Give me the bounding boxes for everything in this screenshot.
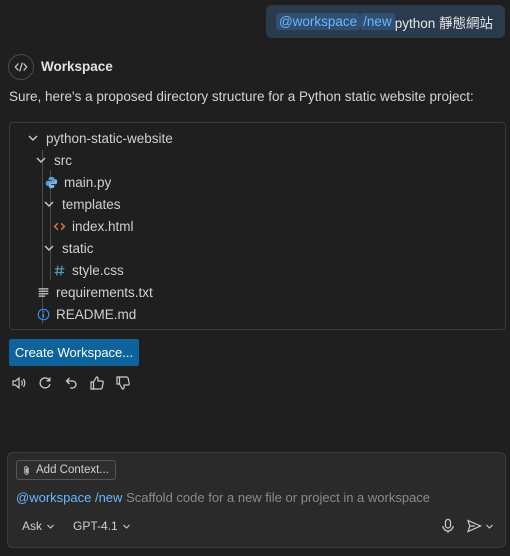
chevron-down-icon xyxy=(42,197,56,211)
python-file-icon xyxy=(44,175,58,189)
tree-item-templates-folder[interactable]: templates xyxy=(42,193,121,215)
add-context-button[interactable]: Add Context... xyxy=(16,460,116,480)
thumbs-up-icon[interactable] xyxy=(88,374,106,392)
input-agent-chip: @workspace xyxy=(16,490,92,505)
agent-name: Workspace xyxy=(41,59,113,74)
tree-item-root-folder[interactable]: python-static-website xyxy=(26,127,173,149)
chevron-down-icon xyxy=(26,131,40,145)
chevron-down-icon xyxy=(34,153,48,167)
mode-label: Ask xyxy=(22,519,43,533)
text-file-icon xyxy=(36,285,50,299)
chevron-down-icon xyxy=(485,522,494,531)
tree-item-index-html[interactable]: index.html xyxy=(52,215,134,237)
agent-response-text: Sure, here's a proposed directory struct… xyxy=(9,89,474,104)
retry-icon[interactable] xyxy=(36,374,54,392)
tree-item-label: style.css xyxy=(72,262,124,278)
tree-item-label: requirements.txt xyxy=(56,284,153,300)
input-toolbar-left: Ask GPT-4.1 xyxy=(22,519,131,533)
tree-item-label: static xyxy=(62,240,94,256)
user-agent-chip: @workspace xyxy=(275,13,361,30)
add-context-label: Add Context... xyxy=(36,464,109,476)
thumbs-down-icon[interactable] xyxy=(114,374,132,392)
tree-item-label: index.html xyxy=(72,218,134,234)
chevron-down-icon xyxy=(46,522,55,531)
tree-item-requirements[interactable]: requirements.txt xyxy=(36,281,153,303)
model-dropdown[interactable]: GPT-4.1 xyxy=(73,519,131,533)
mode-dropdown[interactable]: Ask xyxy=(22,519,55,533)
file-tree: python-static-website src main.py templa… xyxy=(9,122,506,330)
send-button[interactable] xyxy=(466,518,494,534)
user-message-bubble: @workspace /new python 靜態網站 xyxy=(266,5,505,38)
tree-item-label: src xyxy=(54,152,72,168)
tree-item-label: main.py xyxy=(64,174,112,190)
chevron-down-icon xyxy=(122,522,131,531)
tree-item-label: python-static-website xyxy=(46,130,173,146)
tree-item-src-folder[interactable]: src xyxy=(34,149,72,171)
input-command-chip: /new xyxy=(94,490,123,505)
tree-item-static-folder[interactable]: static xyxy=(42,237,94,259)
undo-icon[interactable] xyxy=(62,374,80,392)
html-file-icon xyxy=(52,219,66,233)
chevron-down-icon xyxy=(42,241,56,255)
tree-item-main-py[interactable]: main.py xyxy=(44,171,111,193)
create-workspace-button[interactable]: Create Workspace... xyxy=(9,339,139,366)
tree-item-style-css[interactable]: style.css xyxy=(52,259,124,281)
code-icon xyxy=(14,62,28,72)
info-icon xyxy=(36,307,50,321)
model-label: GPT-4.1 xyxy=(73,519,118,533)
chat-input-field[interactable]: @workspace /new Scaffold code for a new … xyxy=(16,490,430,505)
speaker-icon[interactable] xyxy=(10,374,28,392)
user-message-text: python 靜態網站 xyxy=(394,15,493,31)
input-toolbar-right xyxy=(440,518,494,534)
send-icon xyxy=(466,518,482,534)
mic-icon[interactable] xyxy=(440,518,456,534)
tree-item-readme[interactable]: README.md xyxy=(36,303,136,325)
response-actions xyxy=(10,374,132,392)
css-file-icon xyxy=(52,263,66,277)
agent-avatar xyxy=(8,54,34,80)
user-command-chip: /new xyxy=(360,13,395,30)
input-placeholder: Scaffold code for a new file or project … xyxy=(126,490,431,505)
tree-item-label: README.md xyxy=(56,306,137,322)
paperclip-icon xyxy=(21,465,32,476)
tree-item-label: templates xyxy=(62,196,121,212)
